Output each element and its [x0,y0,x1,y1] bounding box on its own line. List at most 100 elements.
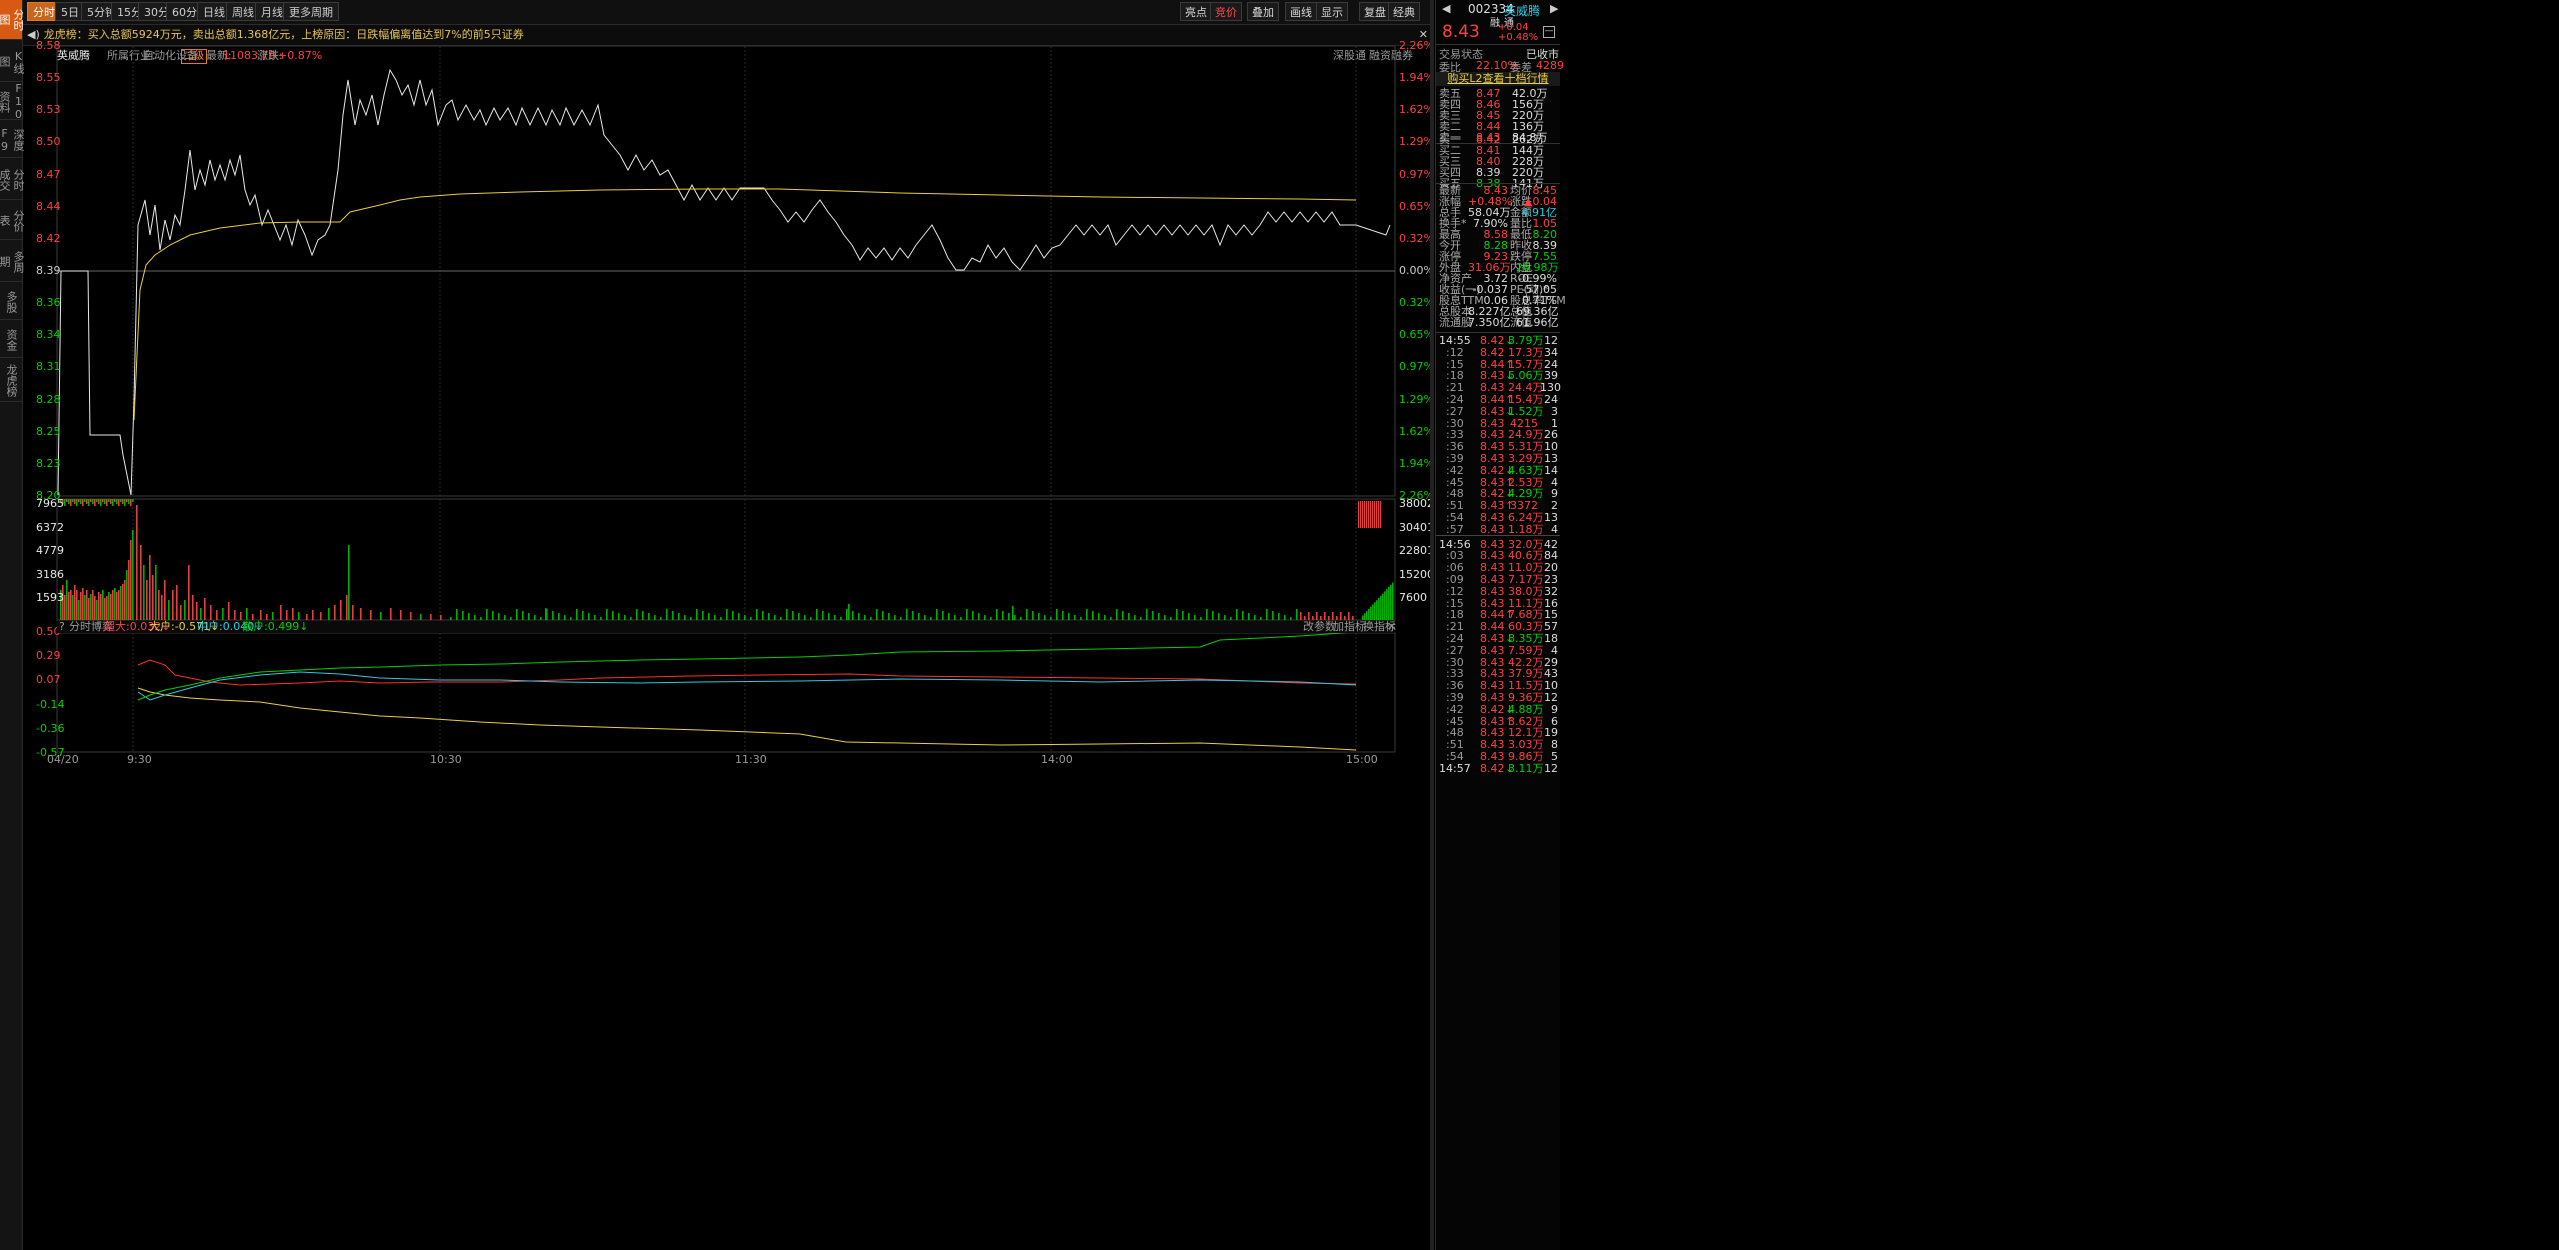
tick-time: :24 [1446,393,1464,406]
volume-bar [1378,501,1380,528]
volume-bar [612,611,614,620]
volume-bar [846,609,848,620]
volume-bar [108,592,110,620]
volume-bar [72,595,74,620]
volume-bar [804,615,806,620]
tick-time: :45 [1446,714,1464,728]
volume-bar [1254,615,1256,620]
volume-bar [130,540,132,620]
tick-count: 23 [1544,573,1558,586]
help-icon[interactable]: ? [59,621,65,633]
volume-bar [864,615,866,620]
price-tick: 8.39 [36,264,61,277]
volume-bar [1212,611,1214,620]
volume-frame [56,498,1396,621]
volume-bar [1242,611,1244,620]
volume-bar [124,499,126,506]
tick-count: 19 [1544,726,1558,740]
volume-bar [80,592,82,620]
volume-bar [480,617,482,620]
volume-bar [66,580,68,620]
tick-count: 4 [1551,643,1558,657]
volume-bar [1200,617,1202,620]
tick-price: 8.43 [1480,691,1505,704]
volume-bar [1372,501,1374,528]
tick-volume: 4215 [1510,416,1538,430]
volume-bar [1170,617,1172,620]
tick-count: 8 [1551,738,1558,752]
buy-l2-link[interactable]: 购买L2查看十档行情 [1436,72,1560,86]
volume-bar [334,605,336,620]
tick-volume: 60.3万 [1508,620,1544,634]
tick-time: :54 [1446,750,1464,763]
percent-tick: 0.97% [1399,360,1434,374]
volume-bar [1020,617,1022,620]
volume-bar [102,590,104,620]
tick-price: 8.43 [1480,369,1505,383]
volume-tick: 6372 [36,520,64,534]
tick-price: 8.43 [1480,381,1505,395]
flow-indicator-bar: ? 分时博弈 超大:0.032↓ 大户:-0.571↓ 中户:0.040↓ 散户… [57,621,1396,633]
add-indicator-button[interactable]: 加指标 [1333,621,1366,633]
prev-stock-icon[interactable]: ◀ [1442,2,1450,15]
volume-bar [96,600,98,620]
volume-bar [1188,613,1190,620]
minimize-icon[interactable]: — [1543,26,1555,38]
volume-bar [978,613,980,620]
volume-bar [960,617,962,620]
volume-bar [1380,501,1382,528]
tick-count: 9 [1551,487,1558,501]
volume-bar [340,600,342,620]
volume-bar [196,602,198,620]
tick-volume: 7.59万 [1508,643,1544,657]
volume-bar [545,608,547,620]
volume-bar [106,596,108,620]
volume-bar [70,499,72,506]
volume-bar [942,611,944,620]
tick-time: :48 [1446,487,1464,501]
close-icon[interactable]: ✕ [1387,621,1396,633]
tick-count: 16 [1544,596,1558,610]
volume-bar [68,592,70,620]
volume-bar [1182,611,1184,620]
tick-count: 1 [1551,416,1558,430]
price-tick: 8.23 [36,456,61,470]
tick-volume: 3.62万 [1508,714,1544,728]
volume-bar [130,499,132,506]
volume-bar [360,608,362,620]
volume-bar [246,608,248,620]
volume-bar [744,615,746,620]
change-params-button[interactable]: 改参数 [1303,621,1336,633]
percent-tick: 0.97% [1399,167,1434,181]
volume-bar [430,614,432,620]
tick-volume: 1.18万 [1508,522,1544,536]
tick-count: 20 [1544,561,1558,575]
volume-bar [96,499,98,502]
volume-bar [98,592,100,620]
tick-price: 8.43 [1480,522,1505,536]
volume-bar [848,604,850,620]
tick-price: 8.43 [1480,573,1505,586]
volume-bar [149,555,151,620]
volume-bar [128,499,130,504]
tick-price: 8.43 [1480,416,1505,430]
volume-bar [66,499,68,502]
tick-time: 14:57 [1439,761,1471,775]
next-stock-icon[interactable]: ▶ [1550,2,1558,15]
tick-count: 18 [1544,632,1558,645]
volume-bar [606,609,608,620]
tick-price: 8.42 [1480,702,1505,716]
percent-tick: 0.00% [1399,264,1434,277]
volume-bar [120,499,122,502]
volume-bar [1068,613,1070,620]
tick-volume: 3.11万 [1508,761,1544,775]
volume-bar [76,499,78,506]
volume-bar [82,499,84,506]
volume-bar [1364,501,1366,528]
volume-bar [1272,611,1274,620]
panel-divider[interactable] [1430,0,1434,1250]
volume-bar [642,611,644,620]
volume-bar [996,609,998,620]
volume-bar [320,612,322,620]
percent-tick: 0.32% [1399,296,1434,310]
